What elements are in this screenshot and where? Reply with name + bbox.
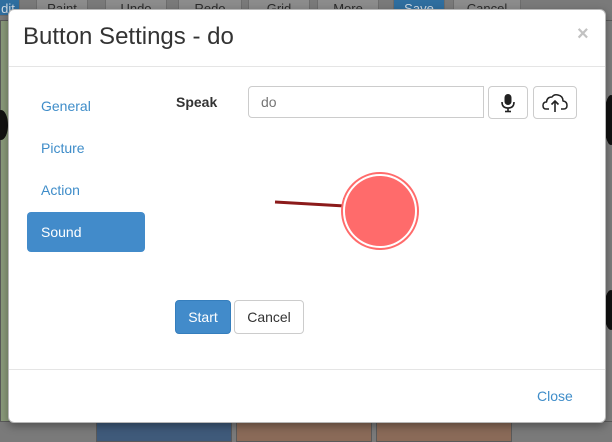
record-button[interactable]	[488, 86, 528, 119]
dialog-title: Button Settings - do	[23, 23, 234, 50]
bg-cell-bottom-3	[376, 420, 512, 442]
close-icon[interactable]: ×	[577, 24, 589, 44]
microphone-icon	[501, 93, 515, 112]
settings-nav: General Picture Action Sound	[27, 86, 145, 254]
speak-label: Speak	[176, 94, 218, 110]
dialog-header: Button Settings - do ×	[9, 10, 605, 67]
close-button[interactable]: Close	[537, 388, 573, 404]
annotation-arrow	[274, 200, 346, 208]
recording-indicator	[274, 172, 419, 250]
nav-item-picture[interactable]: Picture	[27, 128, 145, 168]
button-settings-dialog: Button Settings - do × General Picture A…	[8, 9, 606, 423]
start-button[interactable]: Start	[175, 300, 231, 334]
upload-sound-button[interactable]	[533, 86, 577, 119]
upload-icon	[542, 93, 568, 112]
cancel-button[interactable]: Cancel	[234, 300, 304, 334]
recording-area	[273, 168, 423, 250]
bg-cell-bottom-1	[96, 420, 232, 442]
speak-input[interactable]	[248, 86, 484, 118]
bg-cell-bottom-2	[236, 420, 372, 442]
nav-item-action[interactable]: Action	[27, 170, 145, 210]
record-indicator-dot	[345, 176, 415, 246]
nav-item-general[interactable]: General	[27, 86, 145, 126]
nav-item-sound[interactable]: Sound	[27, 212, 145, 252]
dialog-footer: Close	[9, 369, 605, 423]
